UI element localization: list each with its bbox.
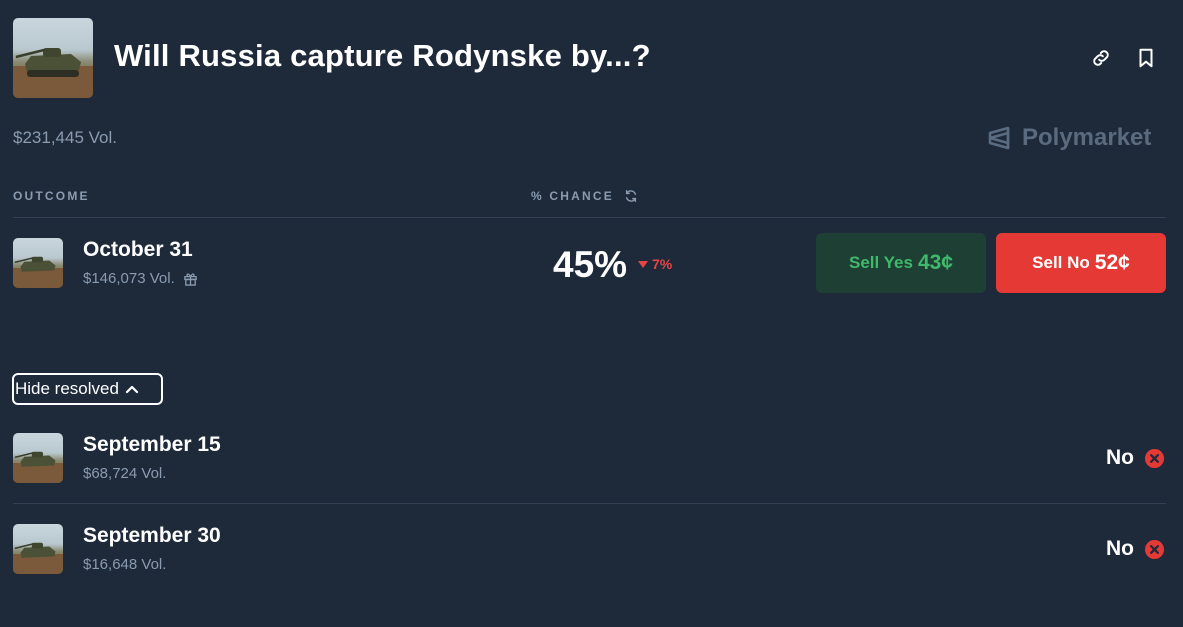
resolved-outcome-label[interactable]: September 15 <box>83 433 221 457</box>
refresh-icon[interactable] <box>624 189 638 203</box>
resolved-outcome-volume: $68,724 Vol. <box>83 465 167 482</box>
outcome-volume: $146,073 Vol. <box>83 270 175 287</box>
sell-no-button[interactable]: Sell No 52¢ <box>996 233 1166 293</box>
outcome-image <box>13 238 63 288</box>
resolved-result: No <box>1106 537 1165 561</box>
market-volume: $231,445 Vol. <box>13 128 117 147</box>
link-icon[interactable] <box>1090 47 1112 69</box>
resolved-result-label: No <box>1106 446 1134 469</box>
bookmark-icon[interactable] <box>1135 47 1157 69</box>
outcome-volume-row: $146,073 Vol. <box>83 270 198 287</box>
sell-no-label: Sell No <box>1032 253 1090 272</box>
sell-yes-button[interactable]: Sell Yes 43¢ <box>816 233 986 293</box>
sell-no-price: 52¢ <box>1094 251 1130 274</box>
hide-resolved-button[interactable]: Hide resolved <box>12 373 163 405</box>
triangle-down-icon <box>638 261 648 268</box>
hide-resolved-label: Hide resolved <box>15 379 119 398</box>
resolved-outcome-image <box>13 524 63 574</box>
chance-change: 7% <box>638 256 672 272</box>
gift-icon[interactable] <box>183 271 198 286</box>
sell-yes-label: Sell Yes <box>848 253 913 272</box>
outcome-chance: 45% <box>553 244 628 285</box>
chance-column-label: % CHANCE <box>531 189 614 203</box>
row-divider <box>13 503 1166 504</box>
market-title: Will Russia capture Rodynske by...? <box>114 38 651 73</box>
resolved-outcome-volume: $16,648 Vol. <box>83 556 167 573</box>
x-circle-icon <box>1144 448 1165 468</box>
resolved-result-label: No <box>1106 537 1134 560</box>
resolved-result: No <box>1106 446 1165 470</box>
outcome-label[interactable]: October 31 <box>83 238 193 262</box>
header-divider <box>13 217 1166 218</box>
resolved-outcome-image <box>13 433 63 483</box>
outcome-column-header: OUTCOME <box>13 189 90 203</box>
brand-name: Polymarket <box>1022 124 1152 151</box>
resolved-outcome-label[interactable]: September 30 <box>83 524 221 548</box>
chevron-up-icon <box>125 385 139 394</box>
chance-change-value: 7% <box>652 256 673 272</box>
polymarket-logo-icon <box>988 126 1010 150</box>
market-image <box>13 18 93 98</box>
polymarket-brand: Polymarket <box>986 124 1151 152</box>
x-circle-icon <box>1144 539 1165 559</box>
chance-column-header: % CHANCE <box>531 189 638 203</box>
sell-yes-price: 43¢ <box>917 251 953 274</box>
